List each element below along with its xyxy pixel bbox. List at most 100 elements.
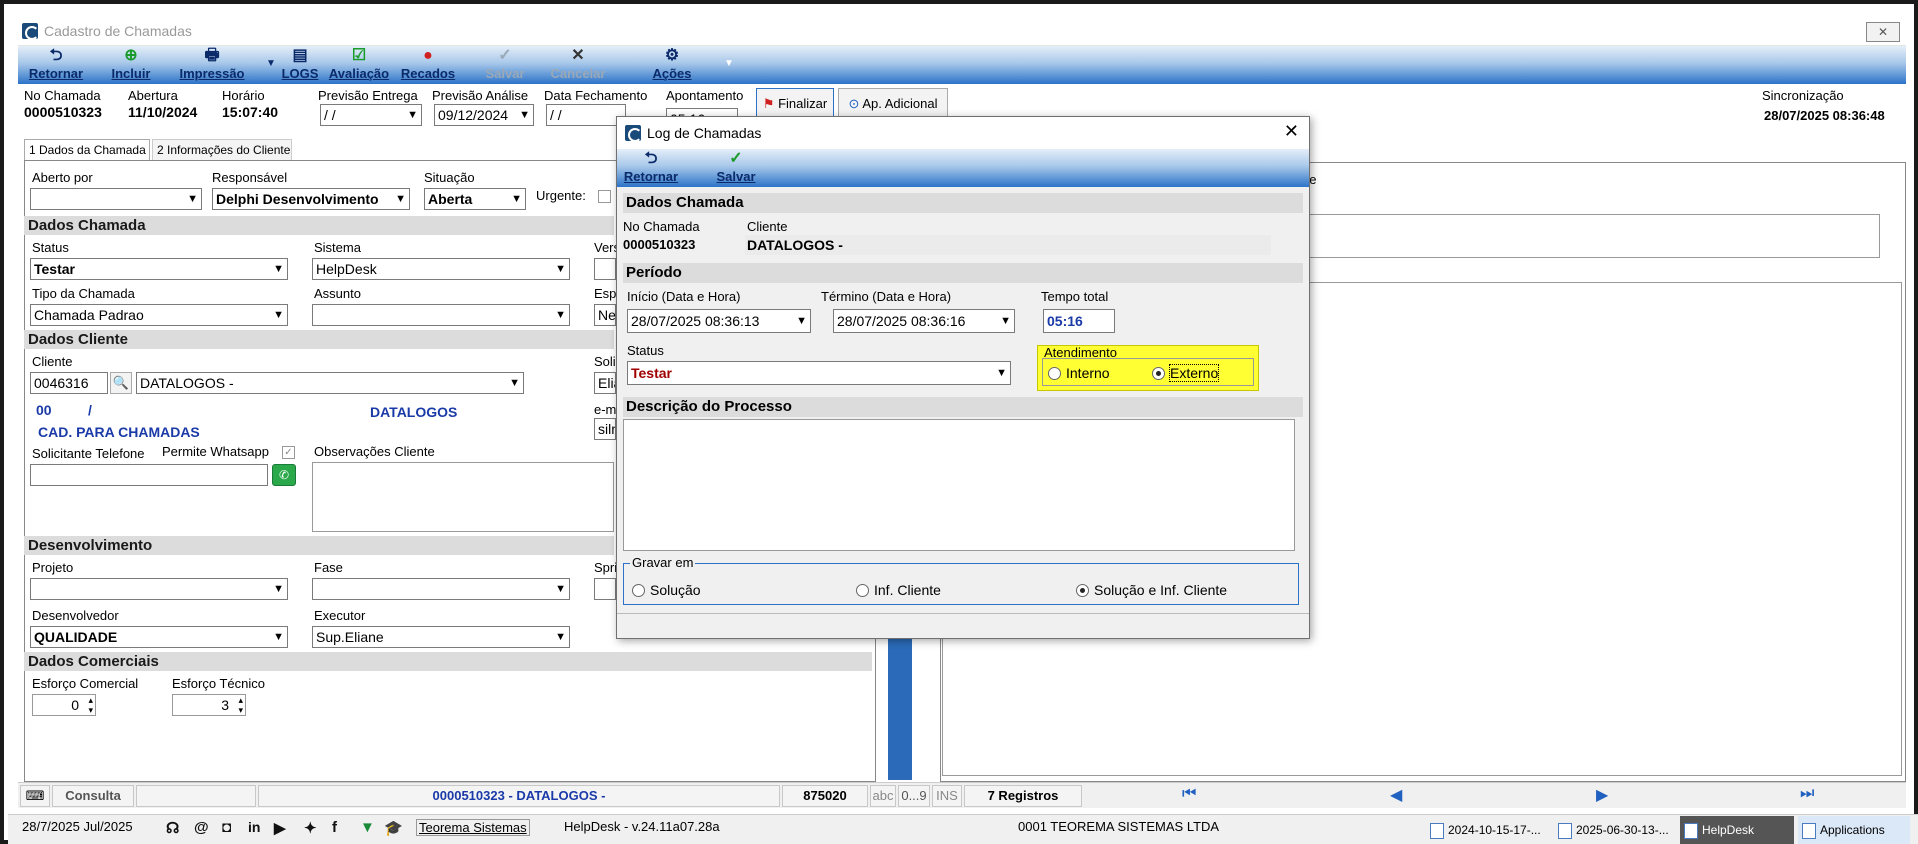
dialog-section-periodo: Período	[623, 263, 1303, 283]
sol-telefone-input[interactable]	[30, 464, 268, 486]
incluir-button[interactable]: ⊕ Incluir	[106, 46, 156, 84]
especie-select[interactable]: Ner	[594, 304, 616, 326]
cliente-codigo-input[interactable]: 0046316	[30, 372, 108, 394]
tempo-total-label: Tempo total	[1041, 289, 1109, 304]
radio-solucao-inf-cliente[interactable]	[1076, 584, 1089, 597]
responsavel-select[interactable]: Delphi Desenvolvimento ▼	[212, 188, 410, 210]
status-select[interactable]: Testar ▼	[30, 258, 288, 280]
executor-select[interactable]: Sup.Eliane ▼	[312, 626, 570, 648]
salvar-button[interactable]: ✓ Salvar	[480, 46, 530, 84]
radio-inf-cliente[interactable]	[856, 584, 869, 597]
checkbox-icon: ☑	[351, 47, 367, 64]
chevron-down-icon: ▼	[395, 193, 406, 205]
email-input[interactable]: silm	[594, 418, 616, 440]
esforco-comercial-label: Esforço Comercial	[32, 676, 139, 691]
impressao-button[interactable]: 🖶 Impressão	[174, 46, 250, 84]
assunto-select[interactable]: ▼	[312, 304, 570, 326]
no-chamada-label: No Chamada	[24, 88, 101, 103]
right-top-field[interactable]	[1302, 214, 1880, 258]
linkedin-icon[interactable]: in	[248, 819, 260, 835]
undo-icon: ⮌	[49, 47, 63, 64]
first-record-icon[interactable]: ⏮	[1182, 785, 1196, 803]
solucao-inf-cliente-label: Solução e Inf. Cliente	[1094, 582, 1228, 598]
sincronizacao-label: Sincronização	[1762, 88, 1844, 103]
sistema-select[interactable]: HelpDesk ▼	[312, 258, 570, 280]
no-chamada-value: 0000510323	[24, 104, 102, 120]
impressao-dropdown-icon[interactable]: ▼	[266, 58, 276, 69]
responsavel-label: Responsável	[212, 170, 288, 185]
next-record-icon[interactable]: ▶	[1596, 785, 1608, 805]
taskbar-item-doc1[interactable]: 2024-10-15-17-...	[1426, 816, 1550, 844]
dialog-retornar-button[interactable]: ⮌ Retornar	[621, 149, 681, 187]
radio-externo[interactable]	[1152, 367, 1165, 380]
dialog-cliente-field: DATALOGOS -	[745, 235, 1271, 255]
message-icon: ●	[423, 47, 433, 64]
chevron-down-icon: ▼	[555, 583, 566, 595]
tipo-chamada-select[interactable]: Chamada Padrao ▼	[30, 304, 288, 326]
status-blank	[136, 785, 256, 807]
inicio-datetime[interactable]: 28/07/2025 08:36:13 ▼	[627, 309, 811, 333]
acoes-button[interactable]: ⚙ Ações	[648, 46, 696, 84]
esforco-tecnico-stepper[interactable]: 3	[172, 694, 246, 716]
prev-record-icon[interactable]: ◀	[1390, 785, 1402, 805]
graduation-cap-icon[interactable]: 🎓	[384, 819, 403, 837]
previsao-entrega-field[interactable]: / / ▼	[320, 104, 422, 126]
sprint-select[interactable]	[594, 578, 616, 600]
urgente-checkbox[interactable]	[598, 190, 611, 203]
solicitante-select[interactable]: Elia	[594, 372, 616, 394]
cliente-search-button[interactable]: 🔍	[110, 372, 132, 394]
versao-select[interactable]	[594, 258, 616, 280]
dialog-salvar-button[interactable]: ✓ Salvar	[711, 149, 761, 187]
chevron-down-icon: ▼	[273, 631, 284, 643]
retornar-button[interactable]: ⮌ Retornar	[26, 46, 86, 84]
termino-label: Término (Data e Hora)	[821, 289, 952, 304]
whatsapp-button[interactable]: ✆	[272, 464, 296, 486]
dialog-footer-divider	[617, 613, 1309, 614]
esforco-comercial-stepper[interactable]: 0	[32, 694, 96, 716]
logs-button[interactable]: ▤ LOGS	[280, 46, 320, 84]
keyboard-icon: ⌨	[20, 785, 50, 807]
data-fechamento-field[interactable]: / /	[546, 104, 626, 126]
instagram-icon[interactable]: ◘	[222, 819, 231, 836]
desenvolvedor-select[interactable]: QUALIDADE ▼	[30, 626, 288, 648]
previsao-analise-field[interactable]: 09/12/2024 ▼	[434, 104, 534, 126]
last-record-icon[interactable]: ⏭	[1800, 785, 1814, 803]
chevron-down-icon: ▼	[555, 309, 566, 321]
radio-interno[interactable]	[1048, 367, 1061, 380]
dialog-status-select[interactable]: Testar ▼	[627, 361, 1011, 385]
recados-button[interactable]: ● Recados	[398, 46, 458, 84]
obs-cliente-textarea[interactable]	[312, 462, 614, 532]
teorema-sistemas-link[interactable]: Teorema Sistemas	[416, 819, 530, 836]
twitter-icon[interactable]: ✦	[304, 819, 317, 837]
dialog-status-label: Status	[627, 343, 664, 358]
headset-icon[interactable]: ☊	[166, 819, 179, 837]
projeto-select[interactable]: ▼	[30, 578, 288, 600]
horario-value: 15:07:40	[222, 104, 279, 120]
solucao-label: Solução	[650, 582, 701, 598]
facebook-icon[interactable]: f	[332, 819, 337, 836]
taskbar-item-doc2[interactable]: 2025-06-30-13-...	[1554, 816, 1678, 844]
descricao-textarea[interactable]	[623, 419, 1295, 551]
tab-dados-chamada[interactable]: 1 Dados da Chamada	[24, 139, 150, 161]
aberto-por-select[interactable]: ▼	[30, 188, 202, 210]
cliente-nome-select[interactable]: DATALOGOS - ▼	[136, 372, 524, 394]
fase-select[interactable]: ▼	[312, 578, 570, 600]
dialog-close-button[interactable]: ✕	[1284, 121, 1299, 142]
sincronizacao-value: 28/07/2025 08:36:48	[1764, 108, 1885, 123]
window-close-button[interactable]: ✕	[1866, 22, 1900, 42]
taskbar-item-helpdesk[interactable]: HelpDesk	[1680, 816, 1794, 844]
permite-whatsapp-checkbox[interactable]: ✓	[282, 446, 295, 459]
cancelar-button[interactable]: ✕ Cancelar	[548, 46, 608, 84]
undo-icon: ⮌	[644, 150, 658, 167]
radio-solucao[interactable]	[632, 584, 645, 597]
projeto-label: Projeto	[32, 560, 74, 575]
situacao-select[interactable]: Aberta ▼	[424, 188, 526, 210]
email-icon[interactable]: @	[194, 819, 209, 836]
tab-informacoes-cliente[interactable]: 2 Informações do Cliente	[152, 139, 292, 161]
acoes-dropdown-icon[interactable]: ▼	[724, 58, 734, 69]
dialog-section-descricao: Descrição do Processo	[623, 397, 1303, 417]
termino-datetime[interactable]: 28/07/2025 08:36:16 ▼	[833, 309, 1015, 333]
taskbar-item-applications[interactable]: Applications	[1798, 816, 1910, 844]
avaliacao-button[interactable]: ☑ Avaliação	[326, 46, 392, 84]
youtube-icon[interactable]: ▶	[274, 819, 286, 837]
